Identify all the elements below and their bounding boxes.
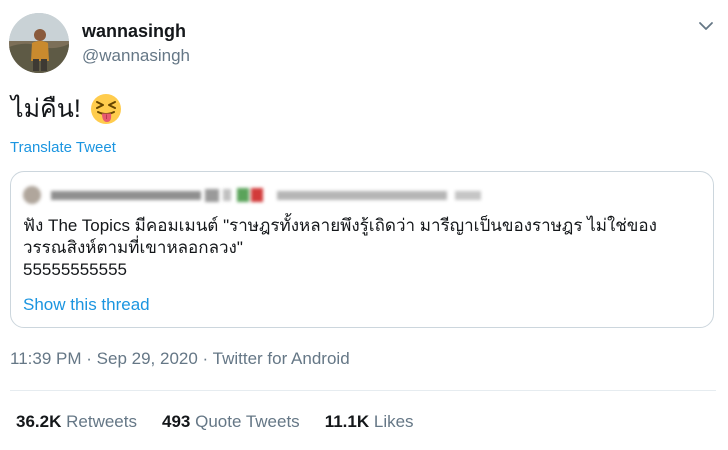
quoted-tweet-text: ฟัง The Topics มีคอมเมนต์ "ราษฎรทั้งหลาย… bbox=[23, 215, 703, 281]
quote-tweets-count: 493 bbox=[161, 412, 191, 431]
tweet-stats: 36.2K Retweets 493 Quote Tweets 11.1K Li… bbox=[16, 411, 439, 433]
translate-tweet-link[interactable]: Translate Tweet bbox=[10, 138, 116, 158]
tweet-body: ไม่คืน! bbox=[11, 91, 123, 127]
tweet-text: ไม่คืน! bbox=[11, 95, 81, 123]
quote-tweets-stat[interactable]: 493 Quote Tweets bbox=[162, 411, 300, 433]
tweet-time[interactable]: 11:39 PM bbox=[10, 349, 82, 368]
tweet-meta: 11:39 PM · Sep 29, 2020 · Twitter for An… bbox=[10, 348, 350, 370]
blurred-quoted-author bbox=[23, 186, 481, 204]
likes-count: 11.1K bbox=[324, 412, 370, 431]
quoted-tweet-line: ฟัง The Topics มีคอมเมนต์ "ราษฎรทั้งหลาย… bbox=[23, 216, 657, 235]
quoted-tweet-card[interactable]: ฟัง The Topics มีคอมเมนต์ "ราษฎรทั้งหลาย… bbox=[10, 171, 714, 328]
meta-separator: · bbox=[86, 349, 92, 368]
tweet-date[interactable]: Sep 29, 2020 bbox=[97, 349, 198, 368]
retweets-count: 36.2K bbox=[16, 412, 62, 431]
quoted-tweet-line: 55555555555 bbox=[23, 260, 128, 279]
quoted-tweet-line: วรรณสิงห์ตามที่เขาหลอกลวง" bbox=[23, 238, 243, 257]
chevron-down-icon[interactable] bbox=[696, 18, 716, 34]
avatar[interactable] bbox=[9, 13, 69, 73]
author-display-name[interactable]: wannasingh bbox=[82, 20, 186, 42]
meta-separator: · bbox=[202, 349, 209, 368]
retweets-label: Retweets bbox=[66, 412, 137, 431]
tweet-source[interactable]: Twitter for Android bbox=[213, 349, 350, 368]
show-thread-link[interactable]: Show this thread bbox=[23, 294, 150, 316]
author-handle[interactable]: @wannasingh bbox=[82, 45, 190, 67]
retweets-stat[interactable]: 36.2K Retweets bbox=[16, 411, 137, 433]
avatar-photo bbox=[9, 13, 69, 73]
divider bbox=[10, 390, 716, 391]
likes-stat[interactable]: 11.1K Likes bbox=[325, 411, 414, 433]
likes-label: Likes bbox=[373, 412, 414, 431]
squinting-tongue-emoji-icon bbox=[89, 92, 123, 126]
quote-tweets-label: Quote Tweets bbox=[195, 412, 300, 431]
